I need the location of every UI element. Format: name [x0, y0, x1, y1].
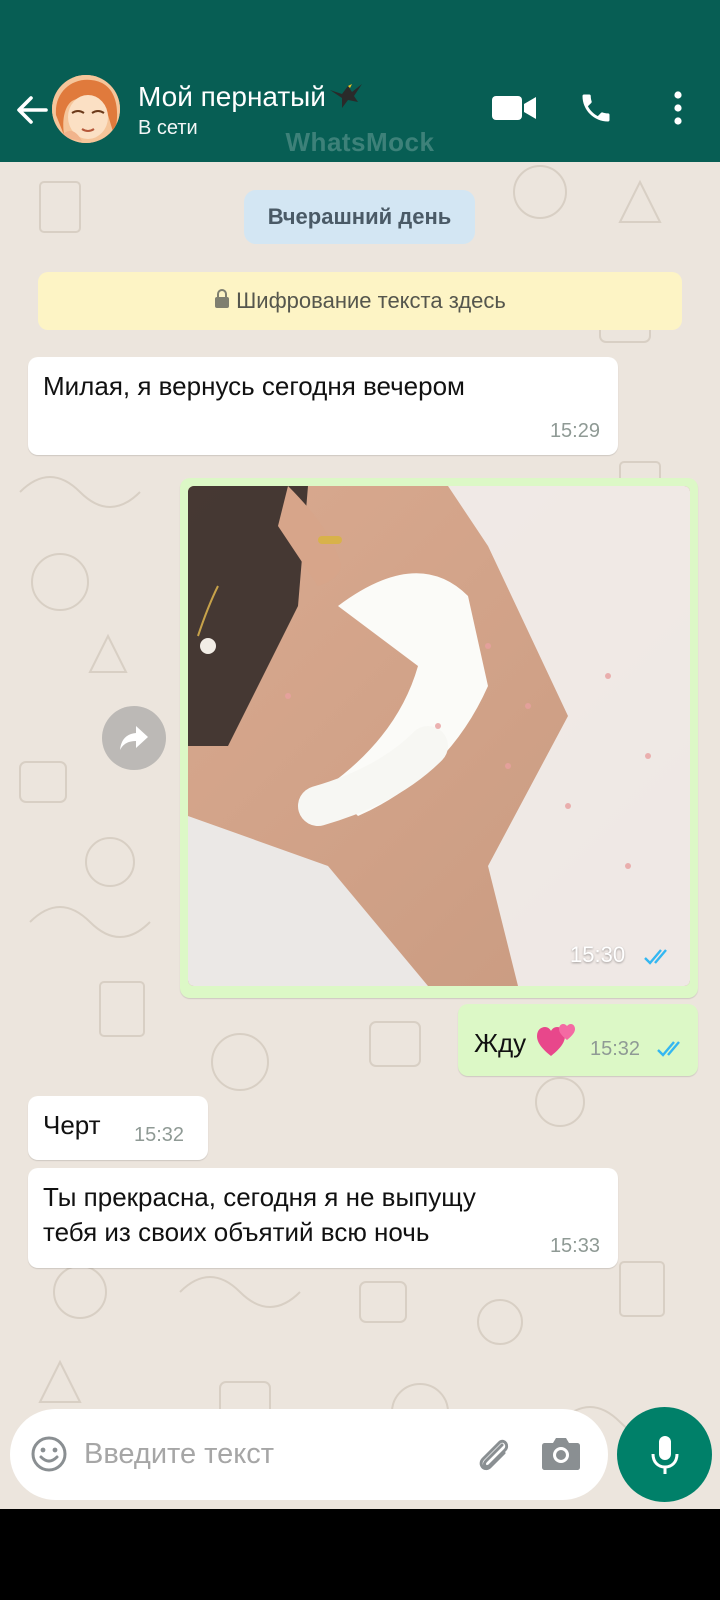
emoji-icon[interactable] [30, 1435, 68, 1478]
forward-icon [120, 726, 148, 750]
message-composer [10, 1409, 608, 1500]
message-time: 15:32 [134, 1124, 185, 1146]
system-nav-bar [0, 1509, 720, 1600]
message-text: Милая, я вернусь сегодня вечером [43, 371, 465, 401]
contact-name-text: Мой пернатый [138, 80, 326, 112]
image-time: 15:30 [570, 942, 626, 967]
message-text: Черт [43, 1110, 101, 1140]
mic-button[interactable] [617, 1407, 712, 1502]
chat-area[interactable]: Вчерашний день Шифрование текста здесь М… [0, 162, 720, 1508]
message-text: Жду [474, 1020, 577, 1067]
read-receipt-icon [656, 1040, 688, 1063]
encryption-notice-text: Шифрование текста здесь [236, 288, 506, 313]
message-input[interactable] [84, 1431, 464, 1477]
message-line: Ты прекрасна, сегодня я не выпущу [43, 1182, 476, 1212]
encryption-notice[interactable]: Шифрование текста здесь [38, 272, 682, 330]
message-bubble-incoming[interactable]: Милая, я вернусь сегодня вечером 15:29 [28, 357, 618, 455]
forward-button[interactable] [102, 706, 166, 770]
message-bubble-outgoing[interactable]: Жду 15:32 [458, 1004, 698, 1076]
read-receipt-icon [643, 948, 675, 971]
message-text: Ты прекрасна, сегодня я не выпущу тебя и… [43, 1180, 476, 1250]
chat-header: Мой пернатый В сети WhatsMock [0, 0, 720, 162]
message-time: 15:33 [549, 1235, 600, 1257]
date-separator: Вчерашний день [244, 190, 475, 244]
message-bubble-incoming[interactable]: Ты прекрасна, сегодня я не выпущу тебя и… [28, 1168, 618, 1268]
lock-icon [214, 273, 230, 331]
message-bubble-incoming[interactable]: Черт 15:32 [28, 1096, 208, 1160]
two-hearts-emoji-icon [537, 1020, 577, 1067]
eagle-emoji-icon [328, 80, 364, 117]
attach-icon[interactable] [472, 1433, 514, 1480]
message-line: тебя из своих объятий всю ночь [43, 1217, 430, 1247]
phone-icon[interactable] [576, 88, 616, 128]
mic-icon [651, 1435, 678, 1474]
back-arrow-icon[interactable] [12, 90, 52, 130]
watermark: WhatsMock [285, 127, 435, 157]
video-camera-icon[interactable] [490, 88, 538, 128]
more-vert-icon[interactable] [664, 88, 692, 128]
contact-name[interactable]: Мой пернатый [138, 80, 364, 117]
message-time: 15:29 [549, 420, 600, 442]
message-time: 15:32 [590, 1038, 641, 1060]
image-message[interactable] [188, 486, 690, 986]
camera-icon[interactable] [540, 1433, 582, 1478]
message-text-value: Жду [474, 1028, 527, 1058]
